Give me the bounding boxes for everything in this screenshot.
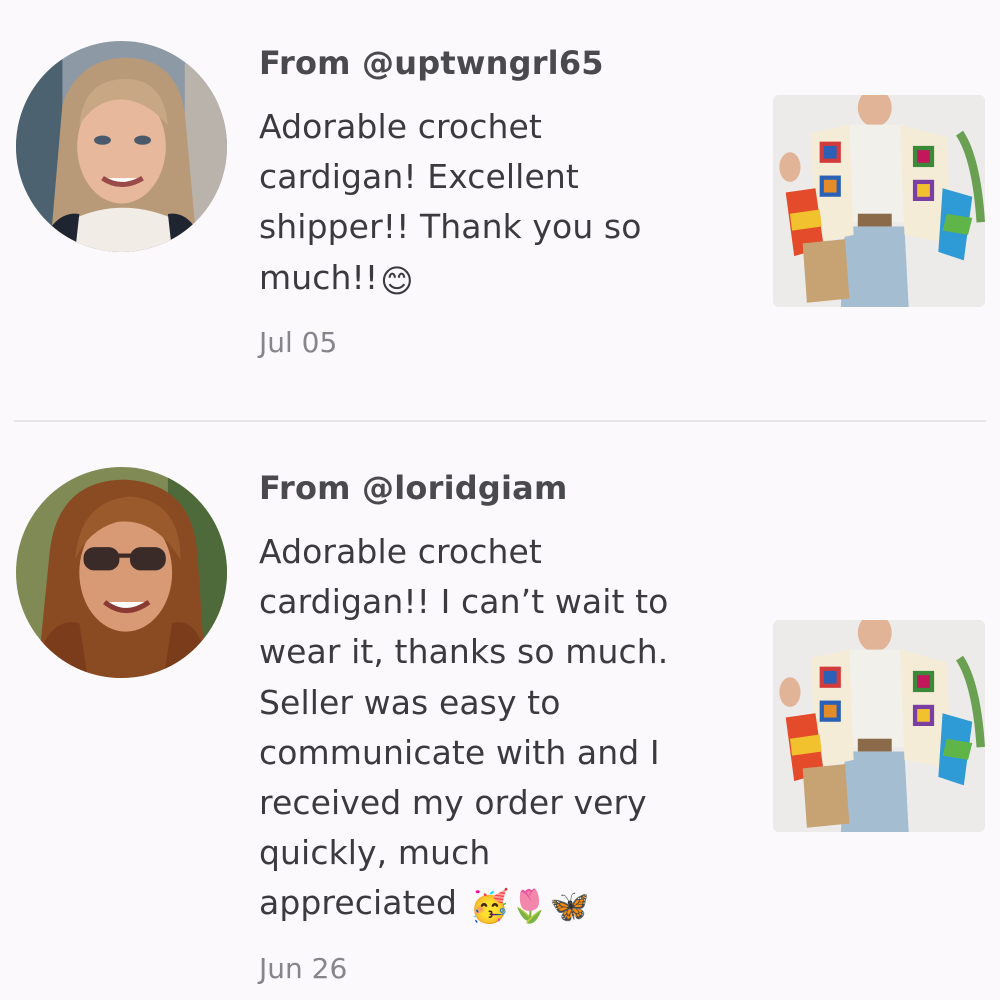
review-text: Adorable crochet cardigan!! I can’t wait… <box>259 527 699 929</box>
review-date: Jun 26 <box>259 951 348 985</box>
review-body: From @uptwngrl65 Adorable crochet cardig… <box>259 40 729 363</box>
review-date: Jul 05 <box>259 325 338 359</box>
product-thumbnail[interactable] <box>773 620 985 832</box>
avatar-photo <box>16 41 227 252</box>
review-text-content: Adorable crochet cardigan!! I can’t wait… <box>259 532 669 923</box>
reviews-list: From @uptwngrl65 Adorable crochet cardig… <box>0 0 1000 1000</box>
reviewer-username[interactable]: From @loridgiam <box>259 465 729 511</box>
avatar-photo <box>16 467 227 678</box>
cardigan-photo <box>773 95 985 307</box>
party-tulip-butterfly-emoji: 🥳🌷🦋 <box>469 887 590 926</box>
product-thumbnail[interactable] <box>773 95 985 307</box>
review-text-content: Adorable crochet cardigan! Excellent shi… <box>259 107 642 297</box>
smiling-face-emoji: 😊 <box>380 261 414 300</box>
reviewer-avatar[interactable] <box>16 467 227 678</box>
reviewer-avatar[interactable] <box>16 41 227 252</box>
review-body: From @loridgiam Adorable crochet cardiga… <box>259 465 729 989</box>
cardigan-photo <box>773 620 985 832</box>
review-item: From @uptwngrl65 Adorable crochet cardig… <box>0 0 1000 420</box>
review-text: Adorable crochet cardigan! Excellent shi… <box>259 102 679 303</box>
review-item: From @loridgiam Adorable crochet cardiga… <box>0 422 1000 1000</box>
reviewer-username[interactable]: From @uptwngrl65 <box>259 40 729 86</box>
